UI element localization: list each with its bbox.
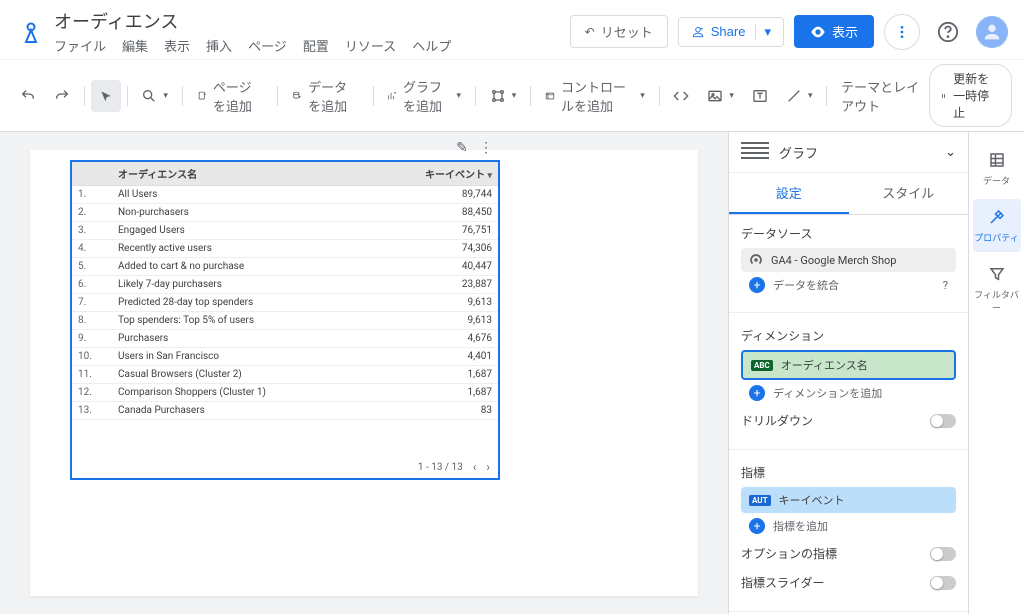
table-row[interactable]: 6.Likely 7-day purchasers23,887: [72, 276, 498, 294]
chart-label: グラフ: [779, 143, 935, 162]
redo-button[interactable]: [46, 80, 78, 112]
pager: 1 - 13 / 13 ‹ ›: [418, 460, 490, 474]
table-row[interactable]: 10.Users in San Francisco4,401: [72, 348, 498, 366]
pause-updates-button[interactable]: 更新を一時停止: [929, 64, 1012, 127]
rail-data[interactable]: データ: [973, 142, 1021, 195]
community-button[interactable]: ▾: [482, 80, 525, 112]
drilldown-label: ドリルダウン: [741, 412, 813, 429]
next-page-button[interactable]: ›: [486, 460, 490, 474]
menu-insert[interactable]: 挿入: [206, 36, 232, 55]
edit-icon[interactable]: ✎: [450, 138, 474, 158]
menu-help[interactable]: ヘルプ: [412, 36, 451, 55]
report-page[interactable]: ✎ ⋮ オーディエンス名 キーイベント ▾ 1.All Users89,7442…: [30, 150, 698, 596]
metric-chip[interactable]: AUTキーイベント: [741, 487, 956, 513]
table-row[interactable]: 1.All Users89,744: [72, 186, 498, 204]
more-icon[interactable]: ⋮: [474, 138, 498, 158]
data-source-chip[interactable]: GA4 - Google Merch Shop: [741, 248, 956, 272]
drilldown-toggle[interactable]: [930, 414, 956, 428]
more-button[interactable]: [884, 14, 920, 50]
menu-edit[interactable]: 編集: [122, 36, 148, 55]
add-data-button[interactable]: データを追加: [284, 80, 367, 112]
table-row[interactable]: 9.Purchasers4,676: [72, 330, 498, 348]
optional-metrics-label: オプションの指標: [741, 545, 837, 562]
menu-arrange[interactable]: 配置: [303, 36, 329, 55]
table-row[interactable]: 11.Casual Browsers (Cluster 2)1,687: [72, 366, 498, 384]
canvas[interactable]: ✎ ⋮ オーディエンス名 キーイベント ▾ 1.All Users89,7442…: [0, 132, 728, 614]
table-row[interactable]: 8.Top spenders: Top 5% of users9,613: [72, 312, 498, 330]
rail-filter-bar[interactable]: フィルタバー: [973, 256, 1021, 322]
add-dimension-button[interactable]: +ディメンションを追加: [741, 380, 956, 406]
header: オーディエンス ファイル 編集 表示 挿入 ページ 配置 リソース ヘルプ ↶リ…: [0, 0, 1024, 59]
undo-button[interactable]: [12, 80, 44, 112]
menu-resource[interactable]: リソース: [345, 36, 396, 55]
table-row[interactable]: 4.Recently active users74,306: [72, 240, 498, 258]
dimension-chip[interactable]: ABCオーディエンス名: [741, 350, 956, 380]
chevron-down-icon[interactable]: ⌄: [945, 145, 956, 160]
col-name[interactable]: オーディエンス名: [112, 162, 370, 186]
right-rail: データ プロパティ フィルタバー: [968, 132, 1024, 614]
properties-panel: グラフ ⌄ 設定 スタイル データソース GA4 - Google Merch …: [728, 132, 968, 614]
table-chart[interactable]: ✎ ⋮ オーディエンス名 キーイベント ▾ 1.All Users89,7442…: [70, 160, 500, 480]
col-value[interactable]: キーイベント ▾: [370, 162, 498, 186]
image-button[interactable]: ▾: [699, 80, 742, 112]
menu-bar: ファイル 編集 表示 挿入 ページ 配置 リソース ヘルプ: [54, 36, 562, 55]
select-tool[interactable]: [91, 80, 121, 112]
table-row[interactable]: 12.Comparison Shoppers (Cluster 1)1,687: [72, 384, 498, 402]
view-button[interactable]: 表示: [794, 15, 874, 48]
add-control-button[interactable]: コントロールを追加▾: [537, 80, 653, 112]
dimension-label: ディメンション: [741, 327, 956, 344]
data-source-label: データソース: [741, 225, 956, 242]
menu-page[interactable]: ページ: [248, 36, 287, 55]
table-row[interactable]: 13.Canada Purchasers83: [72, 402, 498, 420]
table-row[interactable]: 5.Added to cart & no purchase40,447: [72, 258, 498, 276]
add-metric-button[interactable]: +指標を追加: [741, 513, 956, 539]
data-table: オーディエンス名 キーイベント ▾ 1.All Users89,7442.Non…: [72, 162, 498, 420]
share-button[interactable]: Share▾: [678, 17, 784, 47]
prev-page-button[interactable]: ‹: [473, 460, 477, 474]
theme-layout-button[interactable]: テーマとレイアウト: [833, 80, 927, 112]
table-row[interactable]: 3.Engaged Users76,751: [72, 222, 498, 240]
metric-label: 指標: [741, 464, 956, 481]
metric-sliders-label: 指標スライダー: [741, 574, 825, 591]
help-button[interactable]: [930, 14, 966, 50]
tab-setup[interactable]: 設定: [729, 173, 849, 214]
add-page-button[interactable]: ページを追加: [189, 80, 272, 112]
rail-properties[interactable]: プロパティ: [973, 199, 1021, 252]
blend-data-button[interactable]: +データを統合?: [741, 272, 956, 298]
reset-button[interactable]: ↶リセット: [570, 15, 668, 48]
add-chart-button[interactable]: グラフを追加▾: [379, 80, 469, 112]
line-button[interactable]: ▾: [778, 80, 821, 112]
pager-text: 1 - 13 / 13: [418, 462, 463, 473]
table-row[interactable]: 7.Predicted 28-day top spenders9,613: [72, 294, 498, 312]
zoom-tool[interactable]: ▾: [133, 80, 176, 112]
toolbar: ▾ ページを追加 データを追加 グラフを追加▾ ▾ コントロールを追加▾ ▾ ▾…: [0, 59, 1024, 132]
page-title[interactable]: オーディエンス: [54, 8, 562, 34]
logo-icon: [16, 17, 46, 47]
embed-button[interactable]: [665, 80, 697, 112]
table-row[interactable]: 2.Non-purchasers88,450: [72, 204, 498, 222]
optional-metrics-toggle[interactable]: [930, 547, 956, 561]
menu-file[interactable]: ファイル: [54, 36, 106, 55]
text-button[interactable]: [744, 80, 776, 112]
tab-style[interactable]: スタイル: [849, 173, 969, 214]
menu-view[interactable]: 表示: [164, 36, 190, 55]
chart-type-icon[interactable]: [741, 142, 769, 162]
col-index[interactable]: [72, 162, 112, 186]
metric-sliders-toggle[interactable]: [930, 576, 956, 590]
avatar[interactable]: [976, 16, 1008, 48]
